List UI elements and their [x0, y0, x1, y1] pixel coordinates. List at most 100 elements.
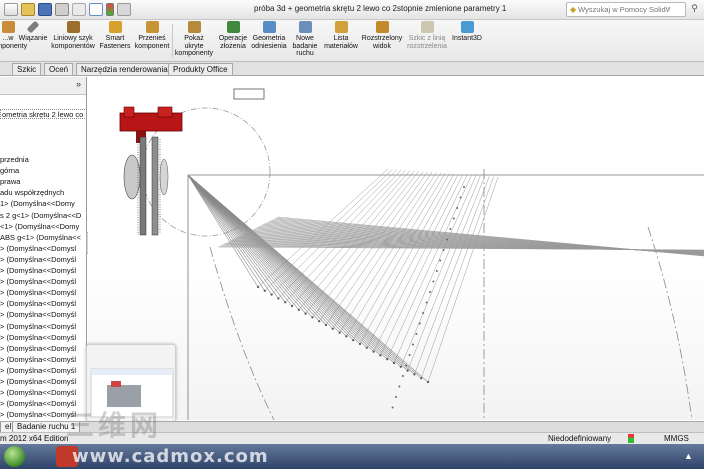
steering-geometry-lines: [187, 168, 704, 409]
geometry-point: [429, 291, 431, 293]
exploded-view-icon: [375, 21, 389, 33]
geometry-point: [435, 270, 438, 272]
tree-item[interactable]: > (Domyślna<<Domyśl: [0, 277, 76, 287]
tree-item[interactable]: > (Domyślna<<Domyśl: [0, 288, 76, 298]
solidworks-window: próba 3d + geometria skrętu 2 lewo co 2s…: [0, 0, 704, 469]
geometry-point: [338, 331, 341, 334]
geometry-point: [442, 249, 445, 251]
rebuild-status-icon[interactable]: [628, 434, 634, 443]
geometry-point: [290, 304, 294, 308]
search-icon[interactable]: ⚲: [688, 3, 701, 16]
geometry-point: [365, 346, 368, 349]
explode-line-sketch-button[interactable]: Szkic z linią rozstrzelenia: [404, 21, 450, 50]
new-motion-study-button[interactable]: Nowe badanie ruchu: [290, 21, 320, 58]
geometry-point: [420, 377, 423, 380]
geometry-point: [452, 217, 455, 220]
open-file-icon[interactable]: [21, 3, 35, 16]
tab-office-products[interactable]: Produkty Office: [168, 63, 233, 75]
search-scope-icon[interactable]: ◆: [570, 5, 576, 14]
explode-line-sketch-icon: [420, 21, 434, 33]
assembly-features-button[interactable]: Operacje złożenia: [216, 21, 250, 50]
tree-item[interactable]: > (Domyślna<<Domyśl: [0, 388, 76, 398]
geometry-point: [311, 316, 314, 319]
geometry-point: [270, 293, 273, 296]
insert-components-button[interactable]: ...w komponenty: [0, 21, 27, 50]
tree-item[interactable]: > (Domyślna<<Domyśl: [0, 299, 76, 309]
tree-item[interactable]: przednia: [0, 155, 29, 165]
move-component-button[interactable]: Przenieś komponent: [134, 21, 170, 50]
mate-icon: [26, 20, 40, 34]
help-search-box[interactable]: ◆: [566, 2, 686, 17]
tree-item[interactable]: > (Domyślna<<Domysl: [0, 244, 76, 254]
steering-knuckle-model[interactable]: [119, 106, 183, 236]
tray-icon[interactable]: ▲: [684, 451, 694, 461]
tree-item[interactable]: prawa: [0, 177, 20, 187]
tree-item[interactable]: 1> (Domyślna<<Domy: [0, 199, 75, 209]
tab-render-tools[interactable]: Narzędzia renderowania: [76, 63, 173, 75]
print-icon[interactable]: [55, 3, 69, 16]
tree-item[interactable]: > (Domyślna<<Domyśl: [0, 366, 76, 376]
geometry-line: [427, 176, 499, 383]
geometry-line: [187, 174, 272, 295]
graphics-viewport[interactable]: ⊕⊕↺◧▣◈◐◉▦▤: [88, 77, 704, 420]
help-search-input[interactable]: [578, 5, 671, 14]
tree-item[interactable]: > (Domyślna<<Domyśl: [0, 399, 76, 409]
new-file-icon[interactable]: [4, 3, 18, 16]
tree-item[interactable]: > (Domyślna<<Domyśl: [0, 344, 76, 354]
undo-icon[interactable]: [72, 3, 86, 16]
title-bar: próba 3d + geometria skrętu 2 lewo co 2s…: [0, 0, 704, 20]
start-button-icon[interactable]: [4, 446, 25, 467]
expand-panel-icon[interactable]: »: [76, 79, 81, 89]
tree-item[interactable]: górna: [0, 166, 19, 176]
geometry-line: [187, 174, 279, 299]
tree-item[interactable]: > (Domyślna<<Domyśl: [0, 322, 76, 332]
smart-fasteners-button[interactable]: Smart Fasteners: [99, 21, 131, 50]
tree-item[interactable]: adu współrzędnych: [0, 188, 64, 198]
geometry-point: [372, 350, 375, 353]
tree-item[interactable]: > (Domyślna<<Domyśl: [0, 355, 76, 365]
geometry-line: [187, 174, 334, 330]
model-scene[interactable]: [88, 77, 704, 420]
geometry-point: [263, 289, 266, 292]
geometry-point: [406, 369, 409, 372]
tree-item[interactable]: > (Domyślna<<Domyśl: [0, 266, 76, 276]
geometry-point: [415, 333, 418, 335]
tree-item[interactable]: ABS g<1> (Domyślna<<: [0, 233, 81, 243]
geometry-line: [386, 174, 472, 360]
tree-item[interactable]: > (Domyślna<<Domyśl: [0, 377, 76, 387]
tree-item[interactable]: <1> (Domyślna<<Domy: [0, 222, 79, 232]
feature-manager-panel: » ometria skrętu 2 lewo co 2 przednia gór…: [0, 77, 87, 420]
tab-evaluate[interactable]: Oceń: [44, 63, 74, 75]
save-icon[interactable]: [38, 3, 52, 16]
geometry-point: [432, 280, 435, 283]
bom-icon: [334, 21, 348, 33]
reference-geometry-button[interactable]: Geometria odniesienia: [250, 21, 288, 50]
status-units[interactable]: MMGS: [664, 434, 689, 443]
options-icon[interactable]: [117, 3, 131, 16]
rebuild-icon[interactable]: [106, 3, 114, 16]
geometry-point: [395, 396, 397, 398]
show-hidden-components-button[interactable]: Pokaż ukryte komponenty: [174, 21, 214, 58]
geometry-point: [379, 354, 382, 357]
geometry-line: [346, 173, 446, 337]
geometry-line: [187, 174, 347, 337]
tree-root-item[interactable]: ometria skrętu 2 lewo co 2: [0, 109, 86, 119]
mate-button[interactable]: Wiązanie: [18, 20, 48, 43]
geometry-point: [456, 207, 459, 209]
bill-of-materials-button[interactable]: Lista materiałów: [324, 21, 358, 50]
tree-item[interactable]: > (Domyślna<<Domyśl: [0, 310, 76, 320]
geometry-point: [277, 297, 280, 300]
linear-pattern-button[interactable]: Liniowy szyk komponentów: [50, 21, 96, 50]
tree-item[interactable]: > (Domyślna<<Domyśl: [0, 255, 76, 265]
tab-sketch[interactable]: Szkic: [12, 63, 42, 75]
tree-item[interactable]: s 2 g<1> (Domyślna<<D: [0, 211, 81, 221]
command-manager-ribbon: ...w komponenty Wiązanie Liniowy szyk ko…: [0, 20, 704, 62]
tree-item[interactable]: > (Domyślna<<Domyśl: [0, 333, 76, 343]
exploded-view-button[interactable]: Rozstrzelony widok: [360, 21, 404, 50]
geometry-line: [380, 174, 468, 356]
select-icon[interactable]: [89, 3, 103, 16]
quick-access-toolbar: [4, 3, 131, 16]
tree-item[interactable]: > (Domyślna<<Domyśl: [0, 410, 76, 420]
instant3d-button[interactable]: Instant3D: [450, 21, 484, 43]
geometry-point: [449, 228, 452, 230]
